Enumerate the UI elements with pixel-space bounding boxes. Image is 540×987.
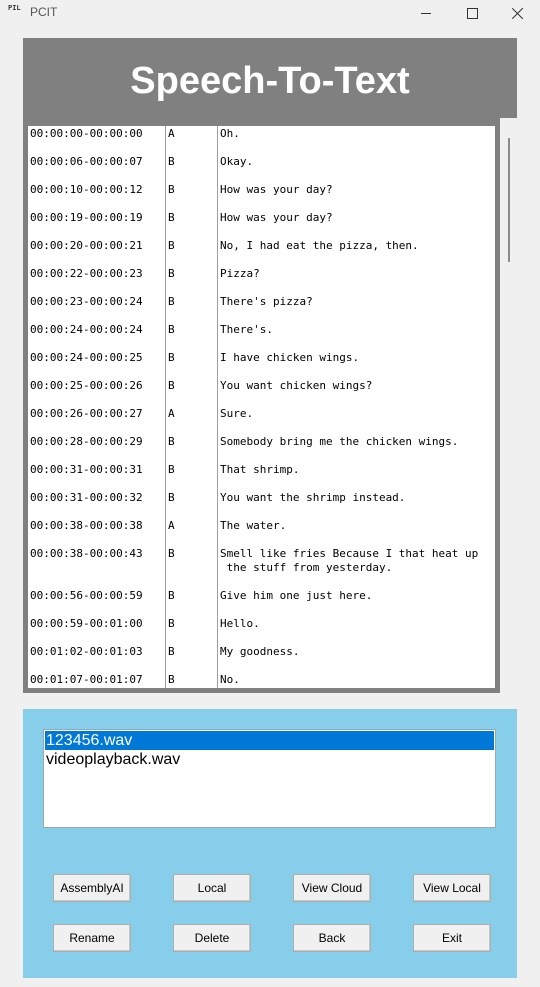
file-listbox[interactable]: 123456.wav videoplayback.wav xyxy=(43,729,496,828)
timestamp: 00:00:19-00:00:19 xyxy=(30,211,143,224)
timestamp: 00:00:28-00:00:29 xyxy=(30,435,143,448)
assemblyai-button[interactable]: AssemblyAI xyxy=(53,874,131,902)
timestamp: 00:00:59-00:01:00 xyxy=(30,617,143,630)
delete-button[interactable]: Delete xyxy=(173,924,251,952)
speaker: B xyxy=(168,463,175,476)
utterance-text: Smell like fries Because I that heat up … xyxy=(220,547,479,574)
window-title: PCIT xyxy=(30,5,58,19)
timestamp: 00:00:06-00:00:07 xyxy=(30,155,143,168)
speaker: B xyxy=(168,155,175,168)
rename-button[interactable]: Rename xyxy=(53,924,131,952)
utterance-text: Somebody bring me the chicken wings. xyxy=(220,435,459,448)
minimize-icon xyxy=(421,12,431,14)
title-bar: PIL PCIT xyxy=(0,0,540,26)
scrollbar-thumb[interactable] xyxy=(508,138,510,262)
speaker: B xyxy=(168,379,175,392)
timestamp: 00:00:31-00:00:32 xyxy=(30,491,143,504)
back-button[interactable]: Back xyxy=(293,924,371,952)
file-list-item[interactable]: videoplayback.wav xyxy=(45,750,494,769)
utterance-text: Pizza? xyxy=(220,267,260,280)
speaker: A xyxy=(168,127,175,140)
timestamp: 00:00:24-00:00:25 xyxy=(30,351,143,364)
speaker: B xyxy=(168,267,175,280)
minimize-button[interactable] xyxy=(403,0,449,26)
utterance-text: Sure. xyxy=(220,407,254,420)
speaker: B xyxy=(168,673,175,686)
local-button[interactable]: Local xyxy=(173,874,251,902)
speaker: B xyxy=(168,295,175,308)
timestamp: 00:00:25-00:00:26 xyxy=(30,379,143,392)
timestamp: 00:00:22-00:00:23 xyxy=(30,267,143,280)
utterance-text: The water. xyxy=(220,519,287,532)
file-list-item[interactable]: 123456.wav xyxy=(45,731,494,750)
utterance-text: Give him one just here. xyxy=(220,589,373,602)
utterance-text: My goodness. xyxy=(220,645,300,658)
speaker: A xyxy=(168,407,175,420)
timestamp: 00:00:26-00:00:27 xyxy=(30,407,143,420)
speaker: B xyxy=(168,491,175,504)
timestamp: 00:00:38-00:00:43 xyxy=(30,547,143,560)
timestamp: 00:00:23-00:00:24 xyxy=(30,295,143,308)
utterance-text: No. xyxy=(220,673,240,686)
utterance-text: I have chicken wings. xyxy=(220,351,360,364)
utterance-text: Hello. xyxy=(220,617,260,630)
utterance-text: How was your day? xyxy=(220,183,333,196)
close-icon xyxy=(512,7,524,19)
file-name: 123456.wav xyxy=(46,732,133,749)
speaker: B xyxy=(168,589,175,602)
utterance-text: No, I had eat the pizza, then. xyxy=(220,239,419,252)
transcript-table[interactable]: 00:00:00-00:00:00 A Oh. 00:00:06-00:00:07 B O… xyxy=(28,126,495,688)
timestamp: 00:00:56-00:00:59 xyxy=(30,589,143,602)
speaker: B xyxy=(168,323,175,336)
speaker: B xyxy=(168,351,175,364)
timestamp: 00:01:02-00:01:03 xyxy=(30,645,143,658)
column-divider xyxy=(217,126,218,688)
column-divider xyxy=(165,126,166,688)
file-panel: 123456.wav videoplayback.wav AssemblyAI L… xyxy=(23,709,517,978)
speaker: B xyxy=(168,211,175,224)
timestamp: 00:00:20-00:00:21 xyxy=(30,239,143,252)
utterance-text: You want the shrimp instead. xyxy=(220,491,406,504)
timestamp: 00:00:24-00:00:24 xyxy=(30,323,143,336)
utterance-text: That shrimp. xyxy=(220,463,300,476)
utterance-text: There's pizza? xyxy=(220,295,313,308)
maximize-icon xyxy=(466,7,478,19)
timestamp: 00:01:07-00:01:07 xyxy=(30,673,143,686)
utterance-text: There's. xyxy=(220,323,273,336)
file-name: videoplayback.wav xyxy=(46,751,181,768)
speaker: B xyxy=(168,547,175,560)
utterance-text: You want chicken wings? xyxy=(220,379,373,392)
utterance-text: How was your day? xyxy=(220,211,333,224)
speaker: B xyxy=(168,645,175,658)
speaker: B xyxy=(168,435,175,448)
exit-button[interactable]: Exit xyxy=(413,924,491,952)
speaker: B xyxy=(168,183,175,196)
close-button[interactable] xyxy=(495,0,540,26)
timestamp: 00:00:00-00:00:00 xyxy=(30,127,143,140)
timestamp: 00:00:31-00:00:31 xyxy=(30,463,143,476)
page-title: Speech-To-Text xyxy=(130,60,410,102)
utterance-text: Oh. xyxy=(220,127,240,140)
transcript-scrollbar[interactable] xyxy=(500,118,517,693)
speaker: A xyxy=(168,519,175,532)
timestamp: 00:00:38-00:00:38 xyxy=(30,519,143,532)
maximize-button[interactable] xyxy=(449,0,495,26)
speaker: B xyxy=(168,617,175,630)
app-icon: PIL xyxy=(8,4,21,12)
view-cloud-button[interactable]: View Cloud xyxy=(293,874,371,902)
speaker: B xyxy=(168,239,175,252)
timestamp: 00:00:10-00:00:12 xyxy=(30,183,143,196)
utterance-text: Okay. xyxy=(220,155,254,168)
view-local-button[interactable]: View Local xyxy=(413,874,491,902)
